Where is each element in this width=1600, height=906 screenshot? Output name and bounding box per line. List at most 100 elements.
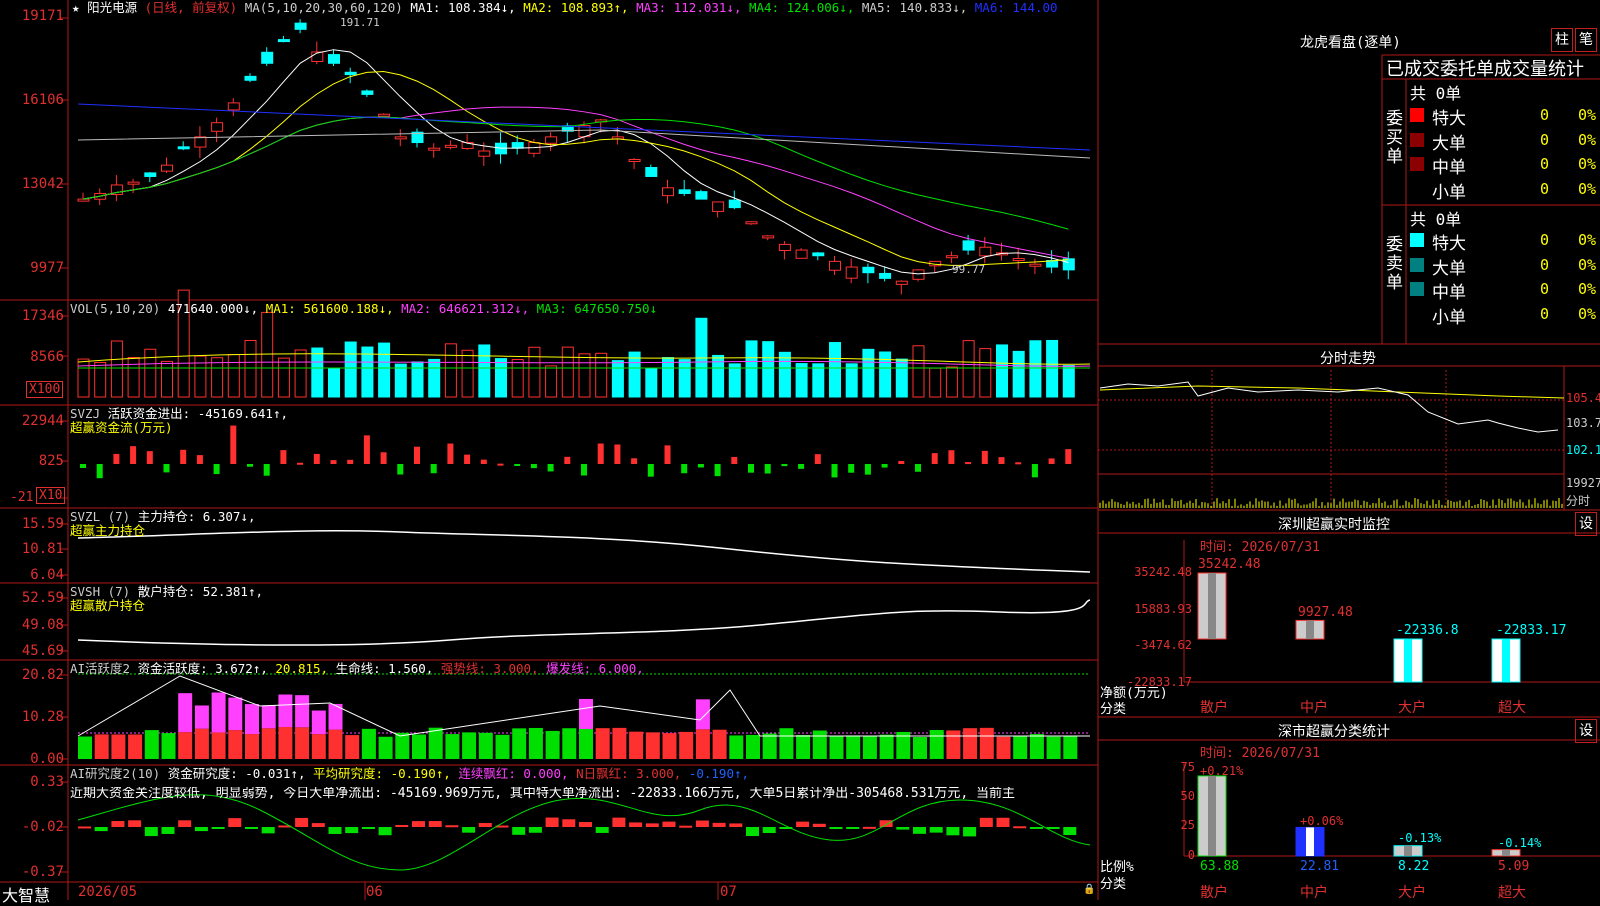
activity-bar xyxy=(829,736,844,759)
research-bar xyxy=(445,825,459,828)
activity-bar xyxy=(144,730,159,759)
retail-title: SVSH (7) xyxy=(70,584,131,599)
order-size-label: 中单 xyxy=(1432,158,1466,178)
activity-bar xyxy=(695,729,710,759)
retail-value: 散户持仓: 52.381↑, xyxy=(137,584,264,599)
research-bar xyxy=(528,827,542,833)
volume-bar xyxy=(745,340,758,398)
class-change-label: -0.13% xyxy=(1398,831,1442,845)
tick-mode-button[interactable]: 笔 xyxy=(1575,28,1597,52)
lock-icon[interactable]: 🔒 xyxy=(1083,884,1095,895)
activity-axis-label: 0.00 xyxy=(30,751,64,767)
research-v2: 平均研究度: -0.190↑, xyxy=(313,766,451,781)
activity-top-bar xyxy=(295,695,310,728)
research-bar xyxy=(746,827,759,837)
fund-flow-bar xyxy=(313,453,320,464)
candle-body xyxy=(728,199,741,209)
research-bar xyxy=(144,827,158,837)
activity-bar xyxy=(261,728,276,759)
activity-bar xyxy=(245,734,259,759)
candle-body xyxy=(194,136,207,148)
candle-body xyxy=(812,252,825,257)
activity-bar xyxy=(946,730,961,759)
price-axis-label: 9977 xyxy=(30,260,64,276)
kline-header: ★ 阳光电源 (日线, 前复权) MA(5,10,20,30,60,120) M… xyxy=(72,1,1058,15)
research-title: AI研究度2(10) xyxy=(70,766,161,781)
fund-flow-bar xyxy=(915,464,921,472)
volume-bar xyxy=(929,367,942,398)
research-v5: -0.190↑, xyxy=(688,766,750,781)
volume-bar xyxy=(1062,365,1075,398)
research-bar xyxy=(695,820,709,827)
order-pct: 0% xyxy=(1578,179,1597,198)
research-v1: 资金研究度: -0.031↑, xyxy=(167,766,306,781)
research-bar xyxy=(462,827,476,833)
volume-bar xyxy=(728,363,741,398)
vol-ma2: MA2: 646621.312↓, xyxy=(401,301,530,316)
order-qty: 0 xyxy=(1540,179,1550,198)
order-pct: 0% xyxy=(1578,130,1597,149)
bar-mode-button[interactable]: 柱 xyxy=(1551,28,1573,52)
research-bar xyxy=(679,825,693,828)
candle-body xyxy=(745,221,758,225)
fund-flow-bar xyxy=(931,453,938,464)
activity-bar xyxy=(545,730,560,759)
main-hold-subtitle: 超赢主力持仓 xyxy=(70,523,146,538)
fund-flow-bar xyxy=(948,450,955,464)
fund-flow-bar xyxy=(1031,464,1038,478)
research-bar xyxy=(1013,826,1027,829)
candle-body xyxy=(762,235,775,239)
vol-header: VOL(5,10,20) 471640.000↓, MA1: 561600.18… xyxy=(70,302,657,316)
activity-bar xyxy=(412,734,426,759)
class-ratio-label: 63.88 xyxy=(1200,859,1240,874)
fund-flow-bar xyxy=(247,464,253,467)
activity-bar xyxy=(879,734,894,759)
monitor-value-label: -22336.8 xyxy=(1396,623,1459,638)
activity-bar xyxy=(645,732,660,759)
retail-axis-label: 52.59 xyxy=(21,590,64,606)
monitor-value-label: -22833.17 xyxy=(1496,623,1567,638)
net-amount-bars xyxy=(1197,572,1521,683)
fund-flow-bar xyxy=(731,456,738,464)
research-bar xyxy=(913,827,926,834)
activity-top-bar xyxy=(194,705,209,729)
monitor-title: 深圳超赢实时监控 xyxy=(1278,517,1390,533)
fund-flow-bar xyxy=(664,445,671,464)
research-bar xyxy=(311,823,325,827)
volume-bar xyxy=(127,356,140,398)
intraday-axis-label: 105.4 xyxy=(1566,391,1600,405)
ma1-value: MA1: 108.384↓, xyxy=(410,0,516,15)
volume-bar xyxy=(444,343,457,398)
price-mode[interactable]: (日线, 前复权) xyxy=(145,0,238,15)
class-settings-button[interactable]: 设 xyxy=(1575,719,1597,743)
class-category-label: 超大 xyxy=(1498,885,1526,901)
research-bar xyxy=(645,823,659,827)
research-bar xyxy=(796,821,810,827)
main-chart-frame[interactable] xyxy=(0,0,1100,900)
order-qty: 0 xyxy=(1540,255,1550,274)
ma3-value: MA3: 112.031↓, xyxy=(636,0,742,15)
net-amount-bar-1 xyxy=(1197,572,1227,640)
candle-body xyxy=(378,113,391,117)
intraday-title: 分时走势 xyxy=(1320,351,1376,367)
vol-unit-box[interactable]: X100 xyxy=(26,381,64,398)
candle-body xyxy=(227,102,240,111)
monitor-settings-button[interactable]: 设 xyxy=(1575,512,1597,536)
research-bar xyxy=(1063,827,1077,836)
fund-unit-box[interactable]: X10 xyxy=(36,487,66,504)
research-bar xyxy=(879,820,893,827)
activity-bar xyxy=(311,734,326,759)
order-size-label: 小单 xyxy=(1432,182,1466,203)
retail-header: SVSH (7) 散户持仓: 52.381↑, xyxy=(70,585,263,599)
research-bar xyxy=(662,821,676,827)
candle-body xyxy=(261,51,274,64)
main-hold-axis-label: 10.81 xyxy=(21,541,64,557)
activity-bar xyxy=(94,734,109,759)
net-amount-bar-3 xyxy=(1393,638,1423,683)
activity-bar xyxy=(662,733,677,759)
star-icon[interactable]: ★ xyxy=(72,0,80,15)
research-axis-label: 0.33 xyxy=(30,774,64,790)
fund-flow-bar xyxy=(881,464,888,468)
volume-bar xyxy=(194,355,207,398)
activity-bar xyxy=(729,735,744,759)
